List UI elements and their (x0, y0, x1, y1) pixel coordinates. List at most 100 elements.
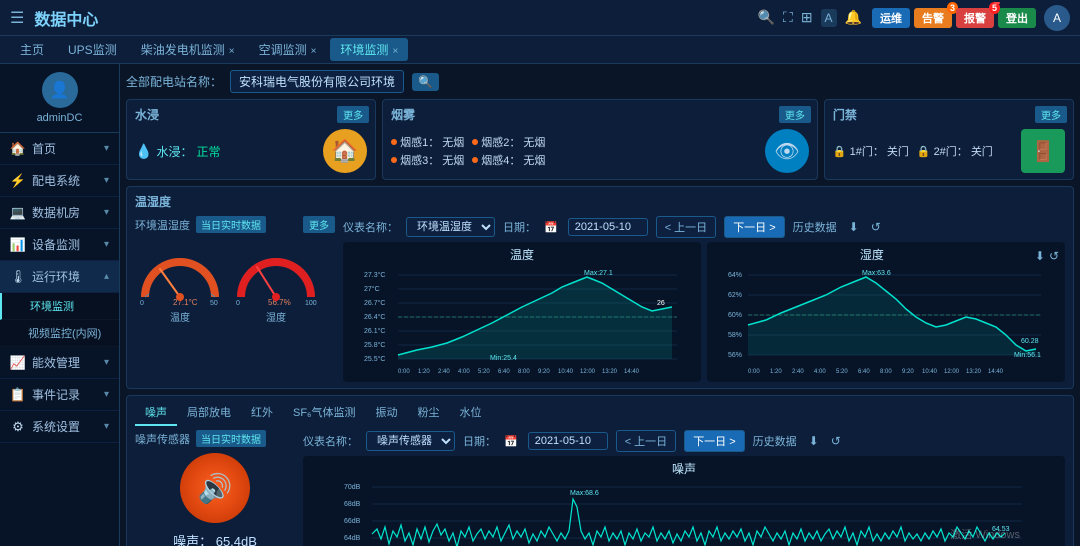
env-icon: 🌡 (10, 269, 26, 285)
noise-hist-button[interactable]: 历史数据 (753, 433, 797, 449)
temp-left-col: 环境温湿度 当日实时数据 更多 (135, 216, 335, 382)
sidebar-item-events[interactable]: 📋 事件记录 ▾ (0, 379, 119, 411)
sidebar-item-env-monitor[interactable]: 环境监测 (0, 293, 119, 320)
door-item-1: 🔒 1#门： 关门 (833, 143, 909, 159)
noise-date-label: 日期： (463, 433, 496, 449)
humidity-download-icon[interactable]: ⬇ (1035, 249, 1045, 263)
noise-tabs-row: 噪声 局部放电 红外 SF₆气体监测 振动 粉尘 水位 (135, 400, 1065, 426)
noise-left: 噪声传感器 当日实时数据 🔊 噪声： 65.4dB (135, 430, 295, 546)
prev-day-button[interactable]: < 上一日 (656, 216, 716, 238)
tab-home[interactable]: 主页 (10, 38, 54, 61)
sensor-select[interactable]: 环境温湿度 (406, 217, 495, 237)
svg-text:58%: 58% (728, 332, 742, 339)
sidebar-item-home[interactable]: 🏠 首页 ▾ (0, 133, 119, 165)
svg-text:27°C: 27°C (364, 285, 380, 293)
station-search-button[interactable]: 🔍 (412, 73, 439, 91)
tab-noise[interactable]: 噪声 (135, 400, 177, 426)
svg-text:0:00: 0:00 (748, 369, 760, 375)
tab-sf6[interactable]: SF₆气体监测 (283, 400, 366, 426)
hamburger-icon[interactable]: ☰ (10, 8, 24, 28)
smoke-dot-2 (472, 139, 478, 145)
tab-water-level[interactable]: 水位 (450, 400, 492, 426)
chevron-icon: ▾ (104, 207, 109, 218)
water-card-content: 💧 水浸： 正常 🏠 (135, 129, 367, 173)
smoke-dot-3 (391, 157, 397, 163)
sidebar-item-datacenter[interactable]: 💻 数据机房 ▾ (0, 197, 119, 229)
sidebar-user: 👤 adminDC (0, 64, 119, 133)
water-card-title: 水浸 (135, 106, 367, 123)
noise-sensor-select[interactable]: 噪声传感器 (366, 431, 455, 451)
smoke-more-button[interactable]: 更多 (779, 106, 811, 123)
badge-baojing[interactable]: 报警 5 (956, 8, 994, 28)
noise-next-button[interactable]: 下一日 > (684, 430, 744, 452)
svg-text:25.8°C: 25.8°C (364, 341, 385, 349)
date-input[interactable] (568, 218, 648, 236)
tab-partial-discharge[interactable]: 局部放电 (177, 400, 241, 426)
hist-button[interactable]: 历史数据 (793, 219, 837, 235)
sidebar-item-device[interactable]: 📊 设备监测 ▾ (0, 229, 119, 261)
sidebar-item-settings[interactable]: ⚙ 系统设置 ▾ (0, 411, 119, 443)
grid-icon[interactable]: ⊞ (801, 9, 813, 26)
svg-text:4:00: 4:00 (458, 369, 470, 375)
sensor-label: 仪表名称： (343, 219, 398, 235)
user-avatar[interactable]: A (1044, 5, 1070, 31)
svg-text:13:20: 13:20 (966, 369, 982, 375)
tab-diesel[interactable]: 柴油发电机监测× (131, 38, 245, 61)
svg-text:6:40: 6:40 (498, 369, 510, 375)
smoke-card-title: 烟雾 (391, 106, 809, 123)
svg-text:50: 50 (210, 300, 218, 307)
sidebar-item-video[interactable]: 视频监控(内网) (0, 320, 119, 347)
sidebar-item-power[interactable]: ⚡ 配电系统 ▾ (0, 165, 119, 197)
smoke-item-2: 烟感2： 无烟 (472, 134, 545, 150)
bell-icon[interactable]: 🔔 (845, 9, 862, 26)
download-icon[interactable]: ⬇ (849, 220, 859, 234)
next-day-button[interactable]: 下一日 > (724, 216, 784, 238)
sidebar: 👤 adminDC 🏠 首页 ▾ ⚡ 配电系统 ▾ 💻 数据机房 ▾ 📊 设备监… (0, 64, 120, 546)
svg-text:14:40: 14:40 (624, 369, 640, 375)
noise-download-icon[interactable]: ⬇ (809, 434, 819, 448)
humidity-refresh-icon[interactable]: ↺ (1049, 249, 1059, 263)
tab-dust[interactable]: 粉尘 (408, 400, 450, 426)
svg-text:66dB: 66dB (344, 518, 361, 525)
noise-date-input[interactable] (528, 432, 608, 450)
chevron-icon: ▾ (104, 389, 109, 400)
water-more-button[interactable]: 更多 (337, 106, 369, 123)
noise-prev-button[interactable]: < 上一日 (616, 430, 676, 452)
badge-yunwei[interactable]: 运维 (872, 8, 910, 28)
font-icon[interactable]: A (821, 9, 837, 27)
tab-env[interactable]: 环境监测× (330, 38, 408, 61)
svg-text:1:20: 1:20 (770, 369, 782, 375)
svg-text:12:00: 12:00 (580, 369, 596, 375)
tab-vibration[interactable]: 振动 (366, 400, 408, 426)
svg-text:64%: 64% (728, 272, 742, 279)
temp-more-button[interactable]: 更多 (303, 216, 335, 233)
water-card: 水浸 更多 💧 水浸： 正常 🏠 (126, 99, 376, 180)
station-select[interactable]: 安科瑞电气股份有限公司环境 (230, 70, 404, 93)
sidebar-sub-menu: 环境监测 视频监控(内网) (0, 293, 119, 347)
date-label: 日期： (503, 219, 536, 235)
sidebar-item-environment[interactable]: 🌡 运行环境 ▴ (0, 261, 119, 293)
tab-infrared[interactable]: 红外 (241, 400, 283, 426)
svg-text:Max:63.6: Max:63.6 (862, 270, 891, 277)
svg-text:56%: 56% (728, 352, 742, 359)
badge-alarm[interactable]: 告警 3 (914, 8, 952, 28)
sidebar-item-energy[interactable]: 📈 能效管理 ▾ (0, 347, 119, 379)
door-more-button[interactable]: 更多 (1035, 106, 1067, 123)
noise-sub-title: 噪声传感器 (135, 431, 190, 447)
badge-logout[interactable]: 登出 (998, 8, 1036, 28)
noise-gauge-col: 🔊 噪声： 65.4dB (135, 453, 295, 546)
calendar-icon: 📅 (544, 221, 558, 234)
fullscreen-icon[interactable]: ⛶ (783, 9, 793, 26)
svg-text:2:40: 2:40 (792, 369, 804, 375)
noise-chart-controls: 仪表名称： 噪声传感器 日期： 📅 < 上一日 下一日 > 历史数据 ⬇ ↺ (303, 430, 1065, 452)
gauge-temp-label: 温度 (170, 309, 190, 324)
tab-aircon[interactable]: 空调监测× (249, 38, 327, 61)
noise-refresh-icon[interactable]: ↺ (831, 434, 841, 448)
tab-ups[interactable]: UPS监测 (58, 38, 127, 61)
chevron-icon: ▾ (104, 357, 109, 368)
refresh-icon[interactable]: ↺ (871, 220, 881, 234)
temp-sub-title: 环境温湿度 (135, 217, 190, 233)
noise-badge: 当日实时数据 (196, 430, 266, 447)
search-icon[interactable]: 🔍 (758, 9, 775, 26)
svg-text:9:20: 9:20 (902, 369, 914, 375)
